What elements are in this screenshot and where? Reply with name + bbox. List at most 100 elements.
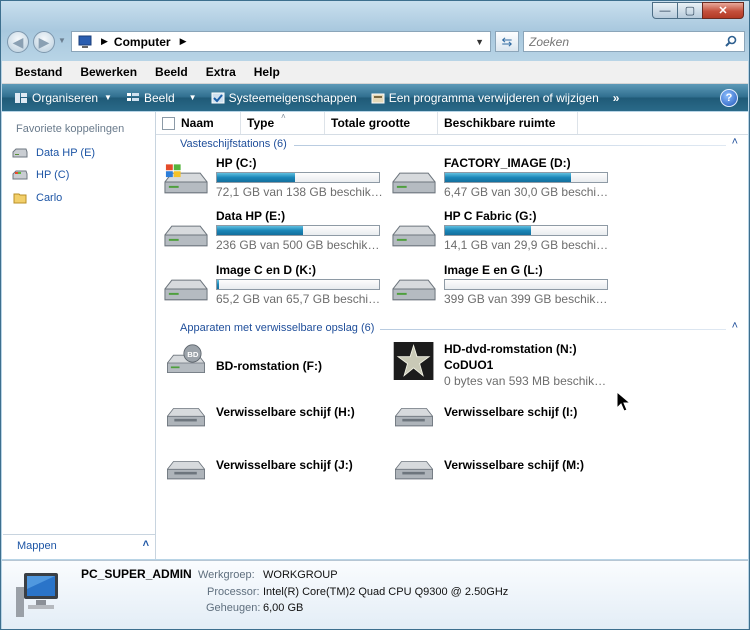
view-icon	[126, 92, 139, 101]
windows-drive-icon	[164, 164, 208, 194]
windows-drive-icon	[12, 170, 28, 180]
breadcrumb-chevron-icon[interactable]: ▶	[180, 36, 187, 47]
drive-tile[interactable]: Verwisselbare schijf (H:)	[163, 397, 385, 445]
address-dropdown-icon[interactable]: ▼	[475, 37, 484, 47]
drive-tile[interactable]: Verwisselbare schijf (M:)	[391, 450, 613, 498]
drive-tile[interactable]: FACTORY_IMAGE (D:) 6,47 GB van 30,0 GB be…	[391, 156, 613, 204]
drive-tile[interactable]: HP (C:) 72,1 GB van 138 GB beschikbaar	[163, 156, 385, 204]
menu-help[interactable]: Help	[245, 65, 289, 79]
chevron-up-icon: ˄	[142, 538, 149, 550]
organize-button[interactable]: Organiseren ▼	[2, 91, 119, 105]
system-properties-icon	[211, 92, 225, 103]
drive-icon	[12, 148, 28, 158]
drive-tile[interactable]: Image C en D (K:) 65,2 GB van 65,7 GB bes…	[163, 263, 385, 311]
column-free-space[interactable]: Beschikbare ruimte	[438, 112, 578, 134]
menu-bewerken[interactable]: Bewerken	[71, 65, 146, 79]
view-button[interactable]: Beeld ▼	[119, 91, 204, 105]
menu-beeld[interactable]: Beeld	[146, 65, 197, 79]
mouse-cursor-icon	[616, 391, 632, 412]
drive-name: Verwisselbare schijf (H:)	[216, 405, 355, 419]
drive-free-space: 6,47 GB van 30,0 GB beschikbaar	[444, 185, 612, 199]
memory-value: 6,00 GB	[263, 602, 304, 614]
forward-button[interactable]: ▶	[33, 31, 55, 53]
refresh-button[interactable]: ⇆	[495, 31, 519, 52]
search-box[interactable]	[523, 31, 745, 52]
disc-label: CoDUO1	[444, 358, 494, 372]
column-total-size-label: Totale grootte	[331, 116, 411, 130]
computer-icon	[16, 573, 58, 617]
usage-bar	[444, 225, 608, 236]
drive-free-space: 14,1 GB van 29,9 GB beschikbaar	[444, 238, 612, 252]
collapse-chevron-icon[interactable]: ˄	[732, 136, 738, 148]
workgroup-value: WORKGROUP	[263, 569, 338, 581]
column-total-size[interactable]: Totale grootte	[325, 112, 438, 134]
drive-name: FACTORY_IMAGE (D:)	[444, 156, 571, 170]
breadcrumb-computer[interactable]: Computer	[114, 35, 171, 49]
drive-tile[interactable]: Verwisselbare schijf (I:)	[391, 397, 613, 445]
column-name[interactable]: Naam	[156, 112, 241, 134]
drive-tile[interactable]: HP C Fabric (G:) 14,1 GB van 29,9 GB besc…	[391, 209, 613, 257]
chevron-down-icon: ▼	[188, 93, 197, 102]
drive-name: HD-dvd-romstation (N:)	[444, 342, 577, 356]
favorite-link-label: HP (C)	[36, 169, 70, 181]
folders-toggle[interactable]: Mappen ˄	[3, 534, 155, 559]
content-pane: Naam Type ˄ Totale grootte Beschikbare r…	[156, 112, 748, 559]
recent-pages-dropdown[interactable]: ▼	[58, 36, 66, 45]
breadcrumb-separator-icon[interactable]: ▶	[101, 36, 108, 47]
collapse-chevron-icon[interactable]: ˄	[732, 320, 738, 332]
drive-name: Data HP (E:)	[216, 209, 286, 223]
drive-free-space: 0 bytes van 593 MB beschikbaar	[444, 374, 612, 388]
drive-tile[interactable]: Verwisselbare schijf (J:)	[163, 450, 385, 498]
address-bar[interactable]: ▶ Computer ▶ ▼	[71, 31, 491, 52]
drive-tile[interactable]: Data HP (E:) 236 GB van 500 GB beschikbaa…	[163, 209, 385, 257]
system-properties-button[interactable]: Systeemeigenschappen	[204, 91, 364, 105]
favorite-link-label: Data HP (E)	[36, 147, 96, 159]
close-button[interactable]: ✕	[702, 2, 744, 19]
menu-extra[interactable]: Extra	[197, 65, 245, 79]
drive-name: Verwisselbare schijf (I:)	[444, 405, 578, 419]
drive-free-space: 72,1 GB van 138 GB beschikbaar	[216, 185, 384, 199]
help-icon: ?	[725, 92, 733, 104]
programs-icon	[371, 93, 385, 103]
column-header-row: Naam Type ˄ Totale grootte Beschikbare r…	[156, 112, 748, 135]
favorite-link-carlo[interactable]: Carlo	[12, 192, 62, 204]
more-label: »	[612, 90, 620, 105]
column-free-space-label: Beschikbare ruimte	[444, 116, 556, 130]
drive-tile[interactable]: HD-dvd-romstation (N:) CoDUO1 0 bytes van …	[391, 342, 613, 390]
drive-tile[interactable]: Image E en G (L:) 399 GB van 399 GB besch…	[391, 263, 613, 311]
back-button[interactable]: ◀	[7, 31, 29, 53]
group-label: Vasteschijfstations (6)	[180, 138, 287, 150]
menu-bar: Bestand Bewerken Beeld Extra Help	[2, 61, 748, 84]
hard-drive-icon	[392, 172, 436, 194]
search-icon[interactable]	[724, 35, 740, 49]
drive-name: HP C Fabric (G:)	[444, 209, 537, 223]
favorite-link-hp[interactable]: HP (C)	[12, 169, 69, 181]
hard-drive-icon	[392, 279, 436, 301]
more-commands-button[interactable]: »	[606, 91, 627, 105]
computer-icon	[78, 35, 92, 48]
workgroup-label: Werkgroep:	[198, 569, 255, 581]
favorite-link-data-hp[interactable]: Data HP (E)	[12, 147, 95, 159]
folders-label: Mappen	[17, 540, 57, 552]
caption-buttons: — ▢ ✕	[652, 2, 744, 19]
usage-bar	[444, 172, 608, 183]
minimize-button[interactable]: —	[652, 2, 678, 19]
navigation-row: ◀ ▶ ▼ ▶ Computer ▶ ▼ ⇆	[7, 29, 745, 55]
uninstall-program-button[interactable]: Een programma verwijderen of wijzigen	[364, 91, 606, 105]
drive-name: BD-romstation (F:)	[216, 359, 322, 373]
hard-drive-icon	[392, 225, 436, 247]
explorer-window: — ▢ ✕ ◀ ▶ ▼ ▶ Computer ▶ ▼ ⇆ Bestand Be	[0, 0, 750, 630]
back-arrow-icon: ◀	[12, 33, 24, 50]
select-all-checkbox[interactable]	[162, 116, 175, 130]
search-input[interactable]	[524, 33, 724, 50]
maximize-button[interactable]: ▢	[677, 2, 703, 19]
group-divider	[294, 145, 726, 146]
drive-tile[interactable]: BD BD-romstation (F:)	[163, 342, 385, 390]
uninstall-program-label: Een programma verwijderen of wijzigen	[388, 90, 599, 105]
sort-ascending-icon: ˄	[281, 112, 286, 121]
group-removable-storage[interactable]: Apparaten met verwisselbare opslag (6) ˄	[156, 320, 748, 338]
user-folder-icon	[13, 193, 27, 204]
group-hard-drives[interactable]: Vasteschijfstations (6) ˄	[156, 136, 748, 154]
menu-bestand[interactable]: Bestand	[2, 65, 71, 79]
help-button[interactable]: ?	[720, 89, 738, 107]
